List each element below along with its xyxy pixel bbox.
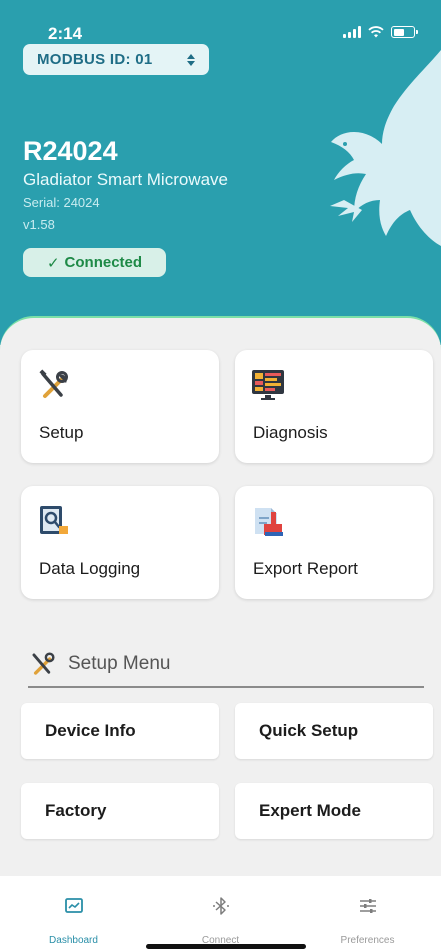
chart-monitor-icon bbox=[64, 898, 83, 913]
eagle-logo-icon bbox=[330, 50, 441, 246]
status-icons bbox=[343, 26, 418, 38]
tab-preferences-label: Preferences bbox=[340, 935, 395, 946]
data-log-icon bbox=[40, 506, 68, 534]
wrench-screwdriver-icon bbox=[32, 652, 55, 675]
connection-status-badge: ✓ Connected bbox=[23, 248, 166, 277]
tab-dashboard-label: Dashboard bbox=[49, 935, 98, 946]
setup-tile[interactable]: Setup bbox=[21, 350, 219, 463]
tab-bar: Dashboard Connect Preferences bbox=[0, 876, 441, 951]
setup-menu-header: Setup Menu bbox=[28, 650, 170, 678]
export-report-tile-label: Export Report bbox=[253, 559, 358, 578]
device-name: R24024 bbox=[23, 136, 118, 166]
device-header: 2:14 MODBUS ID: 01 R24024 Gladiator Smar… bbox=[0, 0, 441, 345]
status-time: 2:14 bbox=[48, 24, 83, 43]
wrench-screwdriver-icon bbox=[39, 369, 68, 398]
device-model: Gladiator Smart Microwave bbox=[23, 170, 229, 189]
tab-connect[interactable]: Connect bbox=[147, 876, 294, 951]
setup-menu-title: Setup Menu bbox=[68, 653, 171, 674]
wifi-icon bbox=[368, 26, 384, 38]
cellular-signal-icon bbox=[343, 26, 361, 38]
updown-chevron-icon bbox=[187, 53, 195, 66]
export-report-icon bbox=[255, 508, 283, 536]
factory-button[interactable]: Factory bbox=[21, 783, 219, 839]
sliders-icon bbox=[359, 899, 376, 913]
battery-icon bbox=[391, 26, 418, 38]
home-indicator bbox=[146, 944, 306, 949]
monitor-dashboard-icon bbox=[252, 370, 284, 400]
quick-setup-button[interactable]: Quick Setup bbox=[235, 703, 433, 759]
export-report-tile[interactable]: Export Report bbox=[235, 486, 433, 599]
diagnosis-tile[interactable]: Diagnosis bbox=[235, 350, 433, 463]
modbus-id-label: MODBUS ID: 01 bbox=[37, 51, 153, 68]
checkmark-icon: ✓ bbox=[46, 254, 60, 272]
expert-mode-button[interactable]: Expert Mode bbox=[235, 783, 433, 839]
tab-dashboard[interactable]: Dashboard bbox=[0, 876, 147, 951]
data-logging-tile[interactable]: Data Logging bbox=[21, 486, 219, 599]
device-version: v1.58 bbox=[23, 217, 55, 232]
diagnosis-tile-label: Diagnosis bbox=[253, 423, 328, 442]
device-serial: Serial: 24024 bbox=[23, 195, 100, 210]
tab-preferences[interactable]: Preferences bbox=[294, 876, 441, 951]
data-logging-tile-label: Data Logging bbox=[39, 559, 141, 578]
setup-tile-label: Setup bbox=[39, 423, 84, 442]
device-info-button[interactable]: Device Info bbox=[21, 703, 219, 759]
modbus-id-selector[interactable]: MODBUS ID: 01 bbox=[23, 44, 209, 75]
bluetooth-icon bbox=[212, 897, 229, 915]
section-divider bbox=[28, 686, 424, 688]
connection-status-label: Connected bbox=[64, 254, 143, 271]
